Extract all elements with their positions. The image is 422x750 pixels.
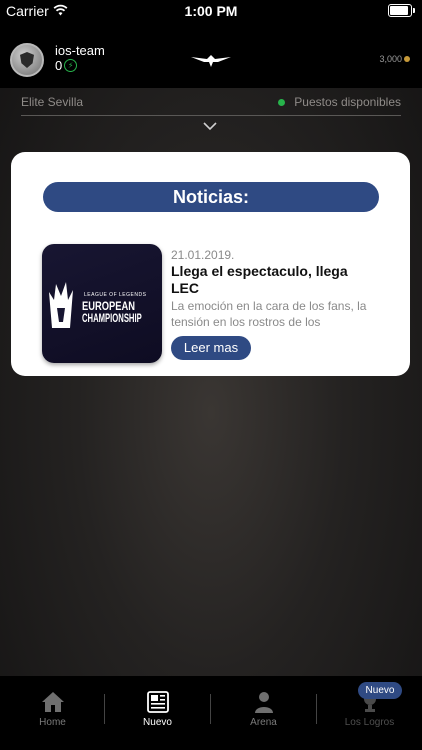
- tab-home-label: Home: [39, 717, 66, 728]
- news-icon: [147, 691, 169, 713]
- eagle-logo-icon: [191, 55, 231, 67]
- location-status: Puestos disponibles: [278, 95, 401, 109]
- coins-display: 3,000: [379, 54, 410, 64]
- tab-arena[interactable]: Arena: [211, 690, 316, 736]
- shield-icon: [20, 52, 34, 68]
- app-header: ios-team 0 ⚡ 3,000: [0, 22, 422, 88]
- news-summary: La emoción en la cara de los fans, la te…: [171, 299, 367, 329]
- lol-crown-icon: [49, 282, 73, 328]
- location-selector[interactable]: Elite Sevilla Puestos disponibles: [21, 95, 401, 116]
- chevron-down-icon[interactable]: [203, 121, 217, 131]
- battery-icon: [388, 4, 415, 17]
- points-value: 0: [55, 58, 63, 73]
- coins-value: 3,000: [379, 54, 402, 64]
- person-icon: [255, 692, 273, 713]
- tab-nuevo[interactable]: Nuevo: [105, 690, 210, 736]
- tab-nuevo-label: Nuevo: [143, 717, 172, 728]
- username: ios-team: [55, 43, 105, 58]
- clock: 1:00 PM: [184, 3, 238, 19]
- home-icon: [42, 692, 64, 712]
- thumb-lol-text: LEAGUE OF LEGENDS: [84, 292, 147, 298]
- tab-home[interactable]: Home: [0, 690, 105, 736]
- status-bar: Carrier 1:00 PM: [0, 0, 422, 22]
- news-headline[interactable]: Llega el espectaculo, llega LEC: [171, 263, 371, 297]
- energy-icon: ⚡: [64, 59, 78, 72]
- tab-los-logros-label: Los Logros: [344, 717, 395, 728]
- read-more-button[interactable]: Leer mas: [171, 336, 251, 360]
- points-display: 0 ⚡: [55, 58, 78, 73]
- new-badge: Nuevo: [358, 682, 402, 699]
- tab-bar: Home Nuevo Arena Los Logros Nuevo: [0, 676, 422, 750]
- tab-arena-label: Arena: [250, 717, 277, 728]
- availability-dot-icon: [278, 98, 286, 106]
- location-status-label: Puestos disponibles: [294, 95, 401, 109]
- news-section-title: Noticias:: [43, 182, 379, 212]
- coin-icon: [404, 56, 410, 62]
- location-name: Elite Sevilla: [21, 95, 84, 109]
- news-card: Noticias: LEAGUE OF LEGENDS EUROPEAN CHA…: [11, 152, 410, 376]
- news-thumbnail[interactable]: LEAGUE OF LEGENDS EUROPEAN CHAMPIONSHIP: [42, 244, 162, 363]
- news-date: 21.01.2019.: [171, 248, 235, 262]
- avatar[interactable]: [10, 43, 44, 77]
- thumb-championship-text: CHAMPIONSHIP: [82, 311, 142, 325]
